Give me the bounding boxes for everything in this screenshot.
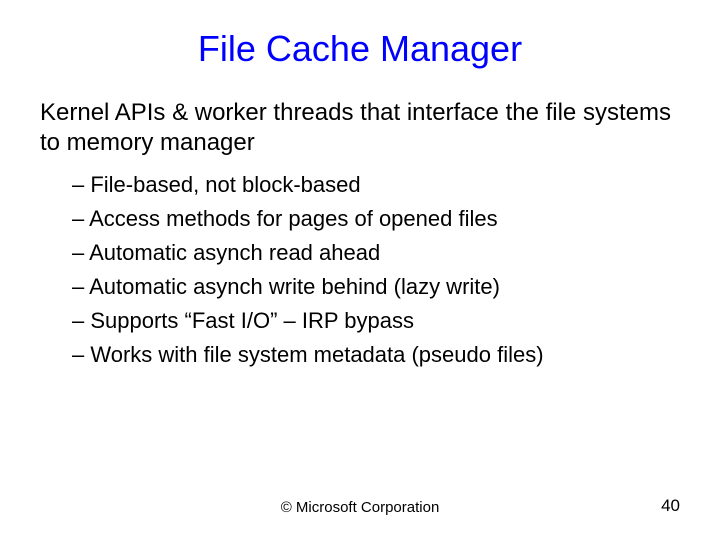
slide-title: File Cache Manager: [40, 28, 680, 70]
bullet-item: – Access methods for pages of opened fil…: [72, 202, 680, 236]
intro-text: Kernel APIs & worker threads that interf…: [40, 98, 680, 158]
bullet-list: – File-based, not block-based – Access m…: [40, 168, 680, 373]
copyright-text: © Microsoft Corporation: [281, 499, 440, 516]
bullet-item: – Automatic asynch write behind (lazy wr…: [72, 270, 680, 304]
bullet-item: – Supports “Fast I/O” – IRP bypass: [72, 304, 680, 338]
bullet-item: – Automatic asynch read ahead: [72, 236, 680, 270]
slide: File Cache Manager Kernel APIs & worker …: [0, 0, 720, 540]
page-number: 40: [661, 496, 680, 516]
bullet-item: – Works with file system metadata (pseud…: [72, 338, 680, 372]
footer: © Microsoft Corporation 40: [0, 499, 720, 516]
bullet-item: – File-based, not block-based: [72, 168, 680, 202]
